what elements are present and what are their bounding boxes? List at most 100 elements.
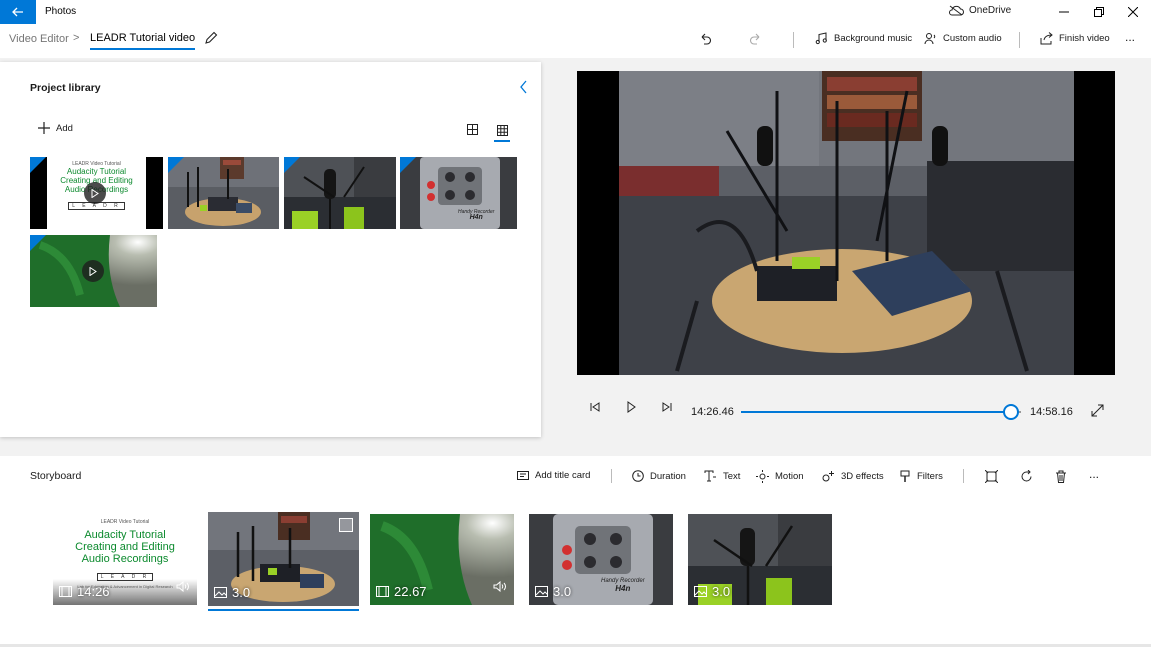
play-button[interactable] bbox=[624, 400, 638, 419]
next-frame-button[interactable] bbox=[660, 400, 674, 419]
add-media-button[interactable]: Add bbox=[38, 122, 73, 134]
clip-title-card-line1: Audacity Tutorial bbox=[84, 529, 166, 541]
minimize-button[interactable] bbox=[1055, 3, 1073, 21]
title-card-line1: Audacity Tutorial bbox=[66, 167, 127, 176]
storyboard-more-button[interactable]: ... bbox=[1089, 467, 1099, 481]
app-title: Photos bbox=[45, 6, 77, 17]
clip-duration: 3.0 bbox=[535, 584, 571, 599]
redo-icon bbox=[749, 33, 760, 45]
clip-duration: 22.67 bbox=[376, 584, 427, 599]
selected-clip-indicator bbox=[208, 609, 359, 611]
toolbar-divider bbox=[1019, 32, 1020, 48]
collapse-library-button[interactable] bbox=[519, 80, 529, 99]
used-in-project-flag bbox=[30, 235, 46, 251]
volume-button[interactable] bbox=[493, 579, 507, 597]
image-icon bbox=[694, 586, 707, 597]
storyboard-clip-selected[interactable]: 3.0 bbox=[208, 512, 359, 606]
delete-button[interactable] bbox=[1055, 470, 1067, 483]
project-library-panel: Project library Add LEADR Video Tutorial… bbox=[0, 62, 541, 437]
pencil-icon bbox=[205, 31, 218, 44]
storyboard-clip[interactable]: 3.0 bbox=[688, 514, 832, 605]
rename-button[interactable] bbox=[204, 31, 218, 50]
custom-audio-label: Custom audio bbox=[943, 33, 1002, 44]
text-button[interactable]: Text bbox=[704, 470, 740, 482]
resize-icon bbox=[985, 470, 998, 483]
previous-frame-button[interactable] bbox=[588, 400, 602, 419]
filter-brush-icon bbox=[900, 470, 910, 482]
motion-button[interactable]: Motion bbox=[756, 470, 804, 483]
storyboard-clip[interactable]: Handy Recorder H4n 3.0 bbox=[529, 514, 673, 605]
breadcrumb-video-editor[interactable]: Video Editor bbox=[9, 33, 69, 45]
video-icon bbox=[376, 586, 389, 597]
plus-icon bbox=[38, 122, 50, 134]
storyboard-divider bbox=[611, 469, 612, 483]
play-icon bbox=[82, 260, 104, 282]
large-thumbnails-view-button[interactable] bbox=[464, 121, 480, 137]
grid-large-icon bbox=[466, 123, 478, 135]
breadcrumb-project-name[interactable]: LEADR Tutorial video bbox=[90, 32, 196, 50]
custom-audio-button[interactable]: Custom audio bbox=[924, 32, 1002, 45]
storyboard-title: Storyboard bbox=[30, 470, 82, 482]
fullscreen-button[interactable] bbox=[1091, 404, 1104, 422]
redo-button[interactable] bbox=[749, 32, 763, 46]
close-button[interactable] bbox=[1124, 3, 1142, 21]
grid-small-icon bbox=[496, 125, 508, 136]
share-export-icon bbox=[1040, 32, 1053, 45]
duration-button[interactable]: Duration bbox=[632, 470, 686, 482]
library-item-studio-photo[interactable] bbox=[168, 157, 279, 229]
restore-button[interactable] bbox=[1090, 3, 1108, 21]
microphone-photo-image bbox=[284, 157, 396, 229]
rotate-button[interactable] bbox=[1020, 470, 1033, 483]
used-in-project-flag bbox=[30, 157, 46, 173]
undo-button[interactable] bbox=[698, 32, 712, 46]
project-library-title: Project library bbox=[30, 82, 101, 94]
video-preview[interactable] bbox=[577, 71, 1115, 375]
undo-icon bbox=[701, 33, 712, 45]
add-title-card-button[interactable]: Add title card bbox=[517, 470, 590, 481]
add-title-card-label: Add title card bbox=[535, 470, 591, 481]
3d-effects-button[interactable]: 3D effects bbox=[822, 470, 884, 483]
expand-icon bbox=[1091, 404, 1104, 417]
motion-label: Motion bbox=[775, 471, 804, 482]
used-in-project-flag bbox=[168, 157, 184, 173]
onedrive-status[interactable]: OneDrive bbox=[948, 5, 1011, 16]
seek-bar[interactable] bbox=[741, 404, 1021, 420]
image-icon bbox=[535, 586, 548, 597]
seek-thumb[interactable] bbox=[1002, 404, 1019, 420]
used-in-project-flag bbox=[400, 157, 416, 173]
duration-label: Duration bbox=[650, 470, 686, 482]
clip-duration: 3.0 bbox=[694, 584, 730, 599]
text-label: Text bbox=[723, 470, 741, 482]
library-item-recorder-photo[interactable]: Handy Recorder H4n bbox=[400, 157, 517, 229]
filters-label: Filters bbox=[917, 471, 943, 482]
resize-button[interactable] bbox=[985, 470, 998, 483]
play-icon bbox=[84, 182, 106, 204]
clip-checkbox[interactable] bbox=[339, 518, 353, 532]
library-item-title-video[interactable]: LEADR Video Tutorial Audacity Tutorial C… bbox=[30, 157, 163, 229]
total-time: 14:58.16 bbox=[1030, 406, 1073, 418]
more-options-button[interactable]: ... bbox=[1125, 30, 1135, 44]
storyboard-divider bbox=[963, 469, 964, 483]
small-thumbnails-view-button[interactable] bbox=[494, 121, 510, 142]
library-item-microphone-photo[interactable] bbox=[284, 157, 396, 229]
storyboard-clip[interactable]: LEADR Video Tutorial Audacity Tutorial C… bbox=[53, 514, 197, 605]
breadcrumb-separator: > bbox=[73, 32, 80, 44]
clip-duration-text: 3.0 bbox=[712, 584, 731, 599]
clock-icon bbox=[632, 470, 644, 482]
background-music-button[interactable]: Background music bbox=[815, 32, 912, 45]
back-button[interactable] bbox=[0, 0, 36, 24]
play-icon bbox=[627, 401, 636, 413]
library-item-green-video[interactable] bbox=[30, 235, 157, 307]
clip-title-card-line2: Creating and Editing bbox=[75, 541, 175, 553]
storyboard-clip[interactable]: 22.67 bbox=[370, 514, 514, 605]
seek-progress bbox=[741, 411, 1011, 413]
motion-icon bbox=[756, 470, 769, 483]
filters-button[interactable]: Filters bbox=[899, 470, 943, 483]
step-back-icon bbox=[590, 402, 600, 412]
background-music-label: Background music bbox=[834, 33, 913, 44]
chevron-left-icon bbox=[520, 80, 527, 94]
rotate-icon bbox=[1021, 470, 1032, 482]
trash-icon bbox=[1056, 470, 1066, 483]
finish-video-button[interactable]: Finish video bbox=[1040, 32, 1110, 45]
3d-effects-label: 3D effects bbox=[841, 471, 884, 482]
